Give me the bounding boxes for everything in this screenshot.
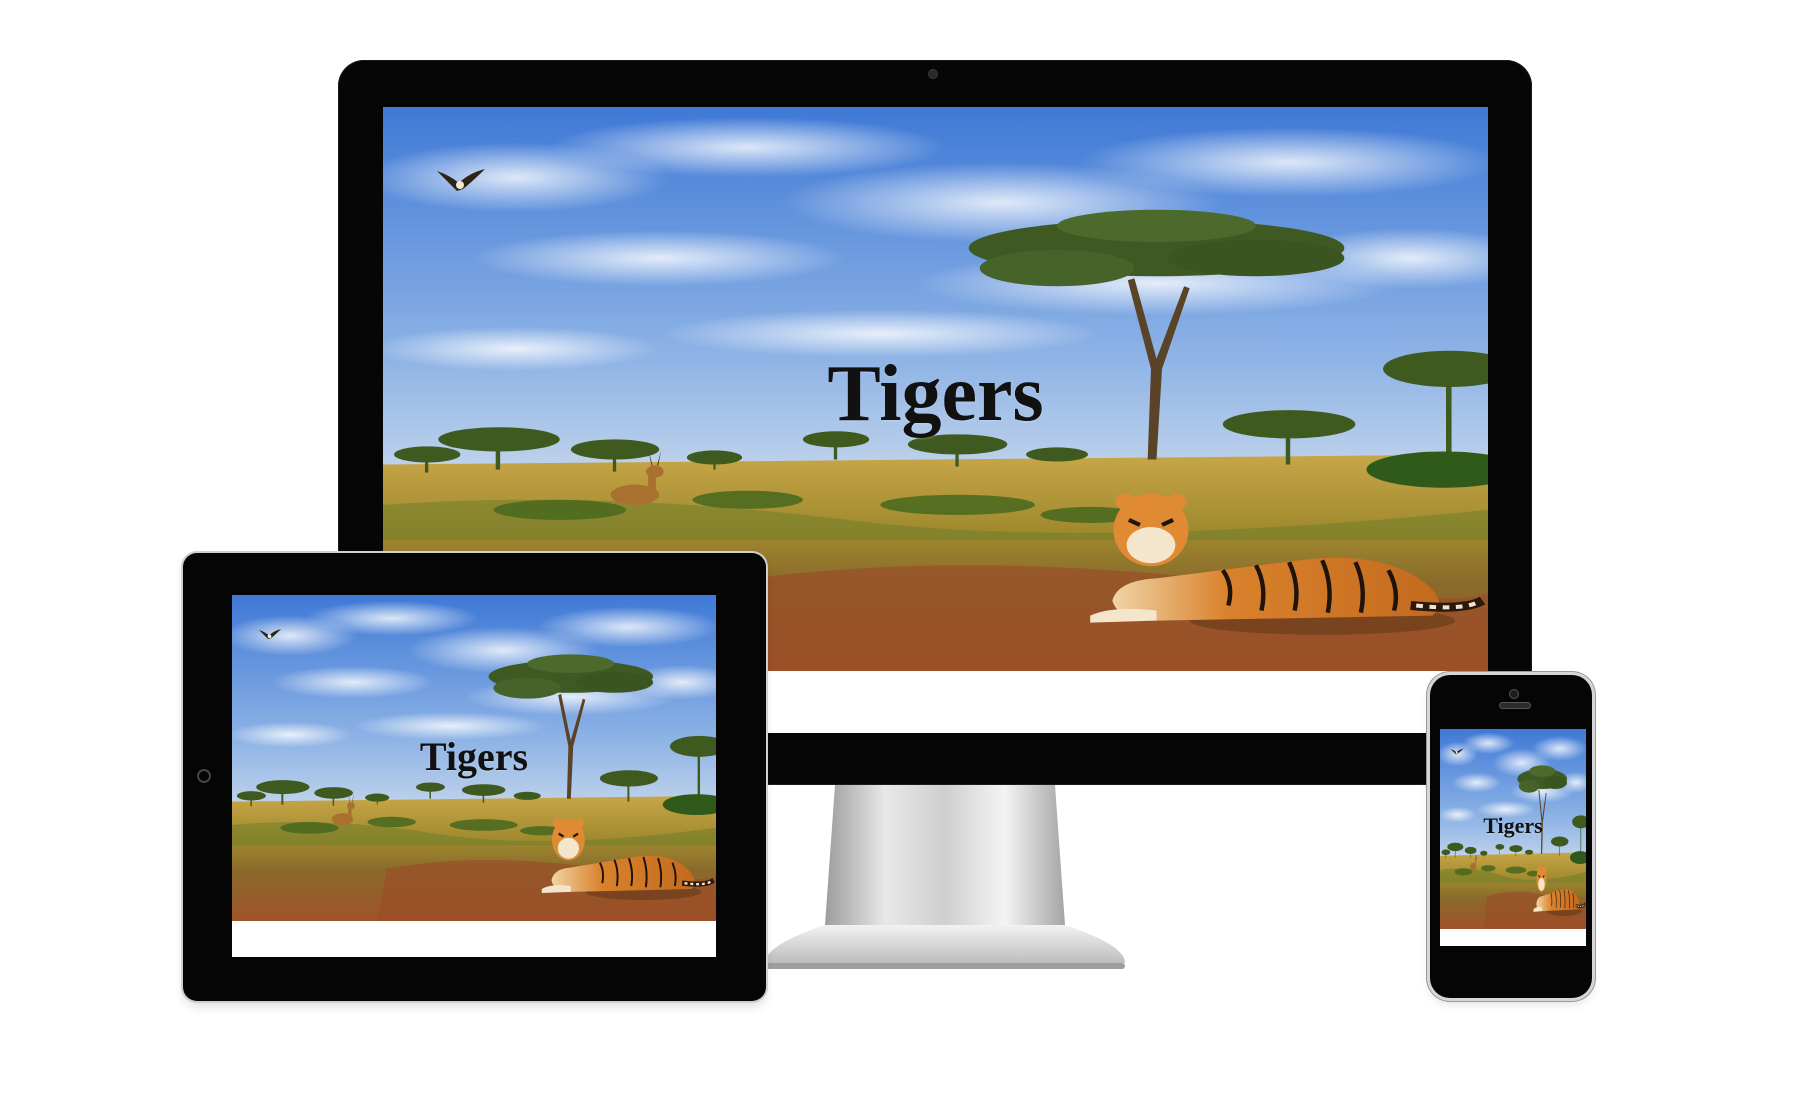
bird-icon bbox=[437, 169, 485, 191]
tablet-device: Tigers bbox=[183, 553, 766, 1001]
page-title: Tigers bbox=[827, 350, 1044, 438]
tablet-screen: Tigers bbox=[232, 595, 716, 957]
speaker-icon bbox=[1500, 703, 1530, 708]
bird-icon bbox=[1450, 748, 1464, 755]
page-title: Tigers bbox=[419, 734, 529, 779]
phone-screen: Tigers bbox=[1440, 729, 1586, 946]
phone-device: Tigers bbox=[1430, 675, 1592, 998]
monitor-stand bbox=[765, 785, 1125, 975]
camera-icon bbox=[1510, 690, 1518, 698]
page-title: Tigers bbox=[1483, 813, 1543, 838]
screen-footer bbox=[1440, 929, 1586, 946]
camera-icon bbox=[929, 70, 937, 78]
screen-footer bbox=[232, 921, 716, 957]
bird-icon bbox=[258, 629, 282, 640]
home-button-icon bbox=[199, 771, 209, 781]
